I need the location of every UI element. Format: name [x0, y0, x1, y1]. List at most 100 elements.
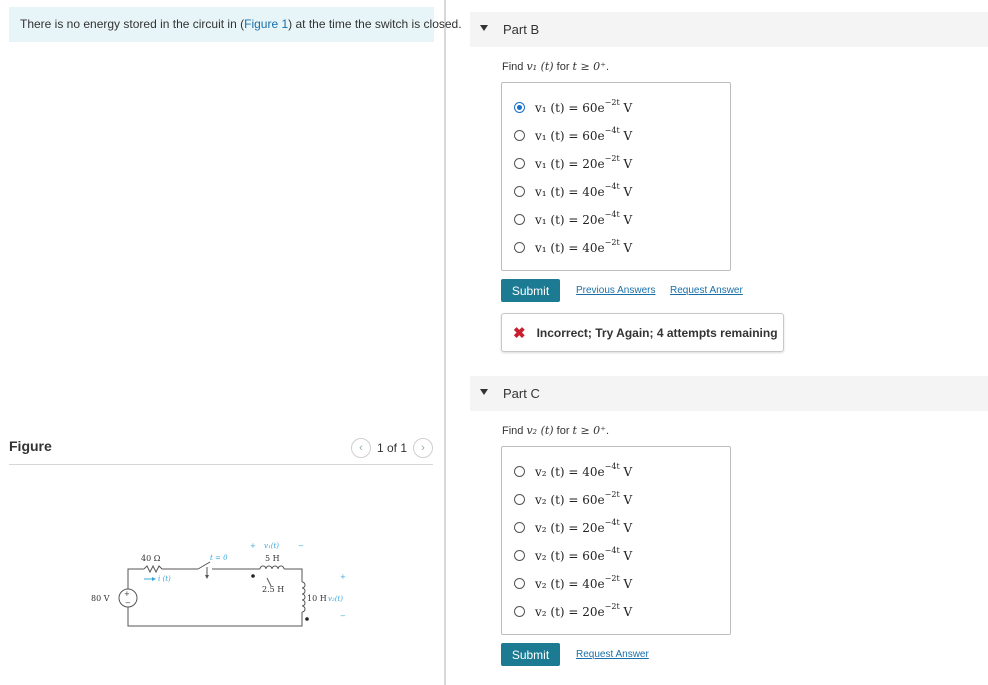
radio-button[interactable]: [514, 185, 525, 197]
option-equation: v₁ (t) = 20e−4t V: [535, 209, 633, 227]
part-c-option[interactable]: v₂ (t) = 60e−2t V: [514, 489, 632, 509]
label-v1-minus: −: [298, 542, 304, 550]
option-equation: v₂ (t) = 40e−2t V: [535, 573, 633, 591]
inductor-5h: [259, 565, 285, 570]
option-equation: v₂ (t) = 20e−2t V: [535, 601, 633, 619]
part-c-option[interactable]: v₂ (t) = 40e−4t V: [514, 461, 632, 481]
feedback-text: Incorrect; Try Again; 4 attempts remaini…: [536, 325, 778, 340]
prompt-for: for: [553, 61, 573, 73]
part-c-options: v₂ (t) = 40e−4t V v₂ (t) = 60e−2t V v₂ (…: [501, 446, 731, 635]
option-equation: v₁ (t) = 60e−4t V: [535, 125, 633, 143]
feedback-box: ✖ Incorrect; Try Again; 4 attempts remai…: [501, 313, 784, 352]
figure-pager: ‹ 1 of 1 ›: [350, 438, 433, 458]
radio-button[interactable]: [514, 241, 525, 253]
radio-button[interactable]: [514, 465, 525, 477]
part-b-option[interactable]: v₁ (t) = 20e−4t V: [514, 209, 632, 229]
label-switch: t = 0: [210, 554, 228, 562]
part-b-submit-button[interactable]: Submit: [501, 279, 560, 302]
prompt-var: v₂ (t): [526, 424, 554, 437]
figure-link[interactable]: Figure 1: [244, 17, 288, 31]
previous-answers-link[interactable]: Previous Answers: [576, 285, 655, 296]
part-c-option[interactable]: v₂ (t) = 40e−2t V: [514, 573, 632, 593]
part-b-option[interactable]: v₁ (t) = 60e−4t V: [514, 125, 632, 145]
radio-button[interactable]: [514, 157, 525, 169]
prompt-for: for: [553, 425, 573, 437]
label-current: i (t): [158, 575, 171, 583]
figure-header: Figure ‹ 1 of 1 ›: [9, 438, 433, 465]
part-b-prompt: Find v₁ (t) for t ≥ 0⁺.: [502, 60, 609, 73]
radio-button-selected[interactable]: [514, 101, 525, 113]
part-b-options: v₁ (t) = 60e−2t V v₁ (t) = 60e−4t V v₁ (…: [501, 82, 731, 271]
part-c-label: Part C: [503, 386, 540, 401]
intro-text-before: There is no energy stored in the circuit…: [20, 17, 245, 31]
label-v2: v₂(t): [328, 595, 343, 603]
chevron-left-icon[interactable]: ‹: [350, 438, 371, 458]
collapse-triangle-icon: [480, 389, 488, 395]
part-c-option[interactable]: v₂ (t) = 20e−2t V: [514, 601, 632, 621]
part-b-option[interactable]: v₁ (t) = 40e−4t V: [514, 181, 632, 201]
circuit-diagram: 80 V + − 40 Ω i (t) t = 0 + v₁(t) − 5 H …: [91, 542, 346, 627]
part-b-option[interactable]: v₁ (t) = 40e−2t V: [514, 237, 632, 257]
radio-button[interactable]: [514, 213, 525, 225]
prompt-text: Find: [502, 61, 527, 73]
part-b-label: Part B: [503, 22, 540, 37]
prompt-var: v₁ (t): [526, 60, 554, 73]
current-arrowhead: [152, 577, 156, 581]
dot-l1: [251, 574, 255, 578]
part-c-request-answer-link[interactable]: Request Answer: [576, 649, 649, 660]
label-source: 80 V: [91, 594, 110, 603]
dot-l2: [305, 617, 309, 621]
label-v2-minus: −: [340, 612, 346, 620]
label-l1: 5 H: [265, 554, 280, 563]
radio-button[interactable]: [514, 577, 525, 589]
collapse-triangle-icon: [480, 25, 488, 31]
part-c-header[interactable]: Part C: [470, 376, 988, 411]
left-panel: There is no energy stored in the circuit…: [0, 0, 462, 685]
option-equation: v₂ (t) = 40e−4t V: [535, 461, 633, 479]
wire-right-top: [284, 568, 303, 582]
prompt-end: .: [605, 425, 610, 437]
chevron-right-icon[interactable]: ›: [413, 438, 433, 458]
figure-title: Figure: [9, 438, 52, 454]
label-v1: v₁(t): [264, 542, 279, 550]
radio-button[interactable]: [514, 605, 525, 617]
part-b-header[interactable]: Part B: [470, 12, 988, 47]
option-equation: v₁ (t) = 20e−2t V: [535, 153, 633, 171]
part-c-submit-button[interactable]: Submit: [501, 643, 560, 666]
part-b-option[interactable]: v₁ (t) = 60e−2t V: [514, 97, 632, 117]
label-mutual: 2.5 H: [262, 585, 284, 594]
label-v1-plus: +: [250, 542, 256, 550]
prompt-cond: t ≥ 0⁺: [572, 60, 606, 73]
radio-button[interactable]: [514, 129, 525, 141]
option-equation: v₁ (t) = 40e−4t V: [535, 181, 633, 199]
part-c-prompt: Find v₂ (t) for t ≥ 0⁺.: [502, 424, 609, 437]
label-v2-plus: +: [340, 573, 346, 581]
radio-button[interactable]: [514, 521, 525, 533]
part-c-option[interactable]: v₂ (t) = 20e−4t V: [514, 517, 632, 537]
x-icon: ✖: [513, 324, 526, 342]
switch-arrowhead: [205, 575, 209, 579]
label-source-minus: −: [125, 599, 131, 607]
pager-count: 1 of 1: [376, 441, 407, 455]
label-resistor: 40 Ω: [141, 554, 161, 563]
resistor-40-ohm: [143, 564, 163, 574]
part-b-request-answer-link[interactable]: Request Answer: [670, 285, 743, 296]
part-c-option[interactable]: v₂ (t) = 60e−4t V: [514, 545, 632, 565]
radio-button[interactable]: [514, 549, 525, 561]
intro-text-after: ) at the time the switch is closed.: [288, 17, 462, 31]
problem-statement: There is no energy stored in the circuit…: [9, 7, 462, 42]
option-equation: v₂ (t) = 60e−4t V: [535, 545, 633, 563]
label-l2: 10 H: [307, 594, 327, 603]
radio-button[interactable]: [514, 493, 525, 505]
wire-right-bottom: [260, 612, 303, 627]
wire-bottom: [127, 607, 260, 627]
part-b-option[interactable]: v₁ (t) = 20e−2t V: [514, 153, 632, 173]
inductor-10h: [301, 581, 306, 613]
prompt-text: Find: [502, 425, 527, 437]
option-equation: v₁ (t) = 60e−2t V: [535, 97, 633, 115]
option-equation: v₁ (t) = 40e−2t V: [535, 237, 633, 255]
switch: [197, 561, 211, 570]
label-source-plus: +: [124, 590, 130, 598]
prompt-cond: t ≥ 0⁺: [572, 424, 606, 437]
option-equation: v₂ (t) = 60e−2t V: [535, 489, 633, 507]
